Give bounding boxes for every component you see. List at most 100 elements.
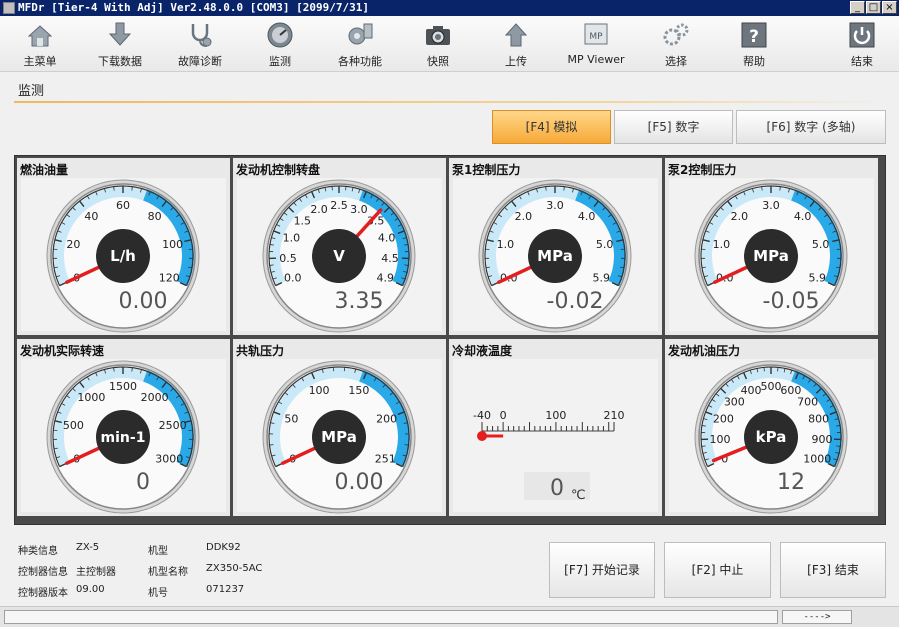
- title-bar: MFDr [Tier-4 With Adj] Ver2.48.0.0 [COM3…: [0, 0, 899, 16]
- tab-digital-multi-axis[interactable]: [F6] 数字 (多轴): [736, 110, 886, 144]
- gauge-unit: L/h: [110, 247, 136, 265]
- toolbar-diagnosis-button[interactable]: 故障诊断: [160, 20, 240, 70]
- stethoscope-icon: [191, 24, 212, 47]
- gauge-dial: 01002003004005006007008009001000kPa12: [694, 360, 848, 514]
- toolbar-download-button[interactable]: 下载数据: [80, 20, 160, 70]
- controller-version-label: 控制器版本: [18, 588, 68, 599]
- thermo-bulb: [477, 431, 487, 441]
- gauge-tick-label: 500: [63, 419, 84, 432]
- gauge-tick-label: 2.5: [330, 199, 348, 212]
- machine-info: 种类信息 ZX-5 控制器信息 主控制器 控制器版本 09.00 机型 DDK9…: [0, 532, 540, 602]
- thermo-tick-label: 0: [500, 409, 507, 422]
- gauge-tick-label: 2.0: [731, 210, 749, 223]
- gauge-pump1-pressure: 泵1控制压力 0.01.02.03.04.05.05.9MPa-0.02: [449, 158, 662, 335]
- thermo-tick-label: -40: [473, 409, 491, 422]
- gauge-dial: 050100150200251MPa0.00: [262, 360, 416, 514]
- power-icon: [849, 22, 875, 48]
- gauge-common-rail-pressure: 共轨压力 050100150200251MPa0.00: [233, 339, 446, 516]
- gauge-value: 12: [777, 470, 805, 495]
- gauge-tick-label: 50: [284, 413, 298, 426]
- start-recording-button[interactable]: [F7] 开始记录: [549, 542, 655, 598]
- gauge-panel: 燃油油量 020406080100120L/h0.00 发动机控制转盘 0.00…: [14, 155, 886, 525]
- gauge-tick-label: 3.0: [350, 203, 368, 216]
- gauge-fuel-flow: 燃油油量 020406080100120L/h0.00: [17, 158, 230, 335]
- gauge-tick-label: 1000: [77, 391, 105, 404]
- toolbar-mp-viewer-button[interactable]: MP MP Viewer: [556, 20, 636, 70]
- gauge-tick-label: 80: [148, 210, 162, 223]
- tab-digital[interactable]: [F5] 数字: [614, 110, 733, 144]
- svg-text:?: ?: [749, 27, 759, 47]
- gauge-unit: MPa: [537, 247, 573, 265]
- gauge-tick: [836, 445, 841, 447]
- gauge-engine-oil-pressure: 发动机油压力 0 100 200 300 400 500 600 700 800 900 1000 k…: [665, 339, 878, 516]
- toolbar-functions-button[interactable]: 各种功能: [320, 20, 400, 70]
- gauge-tick: [113, 367, 115, 372]
- serial-number-value: 071237: [206, 584, 245, 595]
- minimize-button[interactable]: _: [850, 1, 865, 14]
- gauge-dial: 0.01.02.03.04.05.05.9MPa-0.02: [478, 179, 632, 333]
- gauge-pump2-pressure: 泵2控制压力 0.01.02.03.04.05.05.9MPa-0.05: [665, 158, 878, 335]
- serial-number-label: 机号: [148, 588, 168, 599]
- gauge-tick: [131, 367, 133, 372]
- toolbar-snapshot-button[interactable]: 快照: [398, 20, 478, 70]
- gauge-tick-label: 0.5: [279, 252, 297, 265]
- gauge-tick-label: 5.0: [596, 238, 614, 251]
- gauge-tick-label: 3.0: [546, 199, 564, 212]
- gauge-tick-label: 5.9: [592, 272, 610, 285]
- toolbar-select-button[interactable]: 选择: [636, 20, 716, 70]
- status-bar: ---->: [0, 606, 899, 627]
- status-progress: [4, 610, 778, 624]
- controller-info-value: 主控制器: [76, 567, 116, 578]
- gauge-tick: [779, 186, 781, 191]
- gauge-unit: kPa: [756, 428, 787, 446]
- gauge-tick-label: 2000: [141, 391, 169, 404]
- thermo-tick-label: 210: [604, 409, 625, 422]
- toolbar: 主菜单 下载数据 故障诊断 监测 各种功能 快照 上传 MP MP Viewer…: [0, 16, 899, 72]
- tab-analog[interactable]: [F4] 模拟: [492, 110, 611, 144]
- toolbar-upload-button[interactable]: 上传: [476, 20, 556, 70]
- gauge-tick-label: 1000: [803, 453, 831, 466]
- model-label: 机型: [148, 546, 168, 557]
- gauge-unit: MPa: [321, 428, 357, 446]
- toolbar-main-menu-button[interactable]: 主菜单: [0, 20, 80, 70]
- close-button[interactable]: ×: [882, 1, 897, 14]
- gauge-coolant-temperature: 冷却液温度 -40 0 100 210 0 ℃: [449, 339, 662, 516]
- gauge-tick-label: 2500: [159, 419, 187, 432]
- gauge-unit: V: [333, 247, 345, 265]
- gauge-tick-label: 500: [761, 380, 782, 393]
- gauge-dial: 050010001500200025003000min-10: [46, 360, 200, 514]
- toolbar-monitor-button[interactable]: 监测: [240, 20, 320, 70]
- gauge-tick-label: 0.0: [284, 272, 302, 285]
- stop-button[interactable]: [F2] 中止: [664, 542, 771, 598]
- gauge-tick-label: 3000: [155, 453, 183, 466]
- gauge-tick: [269, 264, 274, 266]
- gauge-tick-label: 200: [713, 413, 734, 426]
- gauge-tick: [701, 445, 706, 447]
- gauge-value: 0: [136, 470, 150, 495]
- gauge-tick-label: 200: [376, 413, 397, 426]
- gauge-tick-label: 1.0: [497, 238, 515, 251]
- gauge-tick-label: 5.0: [812, 238, 830, 251]
- gauge-tick-label: 60: [116, 199, 130, 212]
- toolbar-help-button[interactable]: ? 帮助: [714, 20, 794, 70]
- home-icon: [27, 25, 53, 47]
- gauge-tick-label: 3.0: [762, 199, 780, 212]
- gauge-tick: [404, 264, 409, 266]
- gauge-tick-label: 2.0: [515, 210, 533, 223]
- help-icon: ?: [741, 22, 767, 48]
- gauge-engine-control-dial: 发动机控制转盘 0.0 0.5 1.0 1.5 2.0 2.5 3.0 3.5 4.0 4.5 4.…: [233, 158, 446, 335]
- maximize-button[interactable]: □: [866, 1, 881, 14]
- gauge-value: 0.00: [119, 289, 168, 314]
- gears-icon: [663, 23, 689, 46]
- end-button[interactable]: [F3] 结束: [780, 542, 886, 598]
- gauge-icon: [267, 22, 293, 48]
- gauge-tick-label: 100: [309, 384, 330, 397]
- gauge-value: 3.35: [335, 289, 384, 314]
- gauge-tick-label: 1.5: [294, 215, 312, 228]
- gauge-tick: [761, 186, 763, 191]
- thermometer-scale: -40 0 100 210 0 ℃: [473, 409, 625, 503]
- gauge-tick-label: 5.9: [808, 272, 826, 285]
- toolbar-exit-button[interactable]: 结束: [822, 20, 899, 70]
- gauge-tick-label: 120: [159, 272, 180, 285]
- download-icon: [108, 22, 132, 46]
